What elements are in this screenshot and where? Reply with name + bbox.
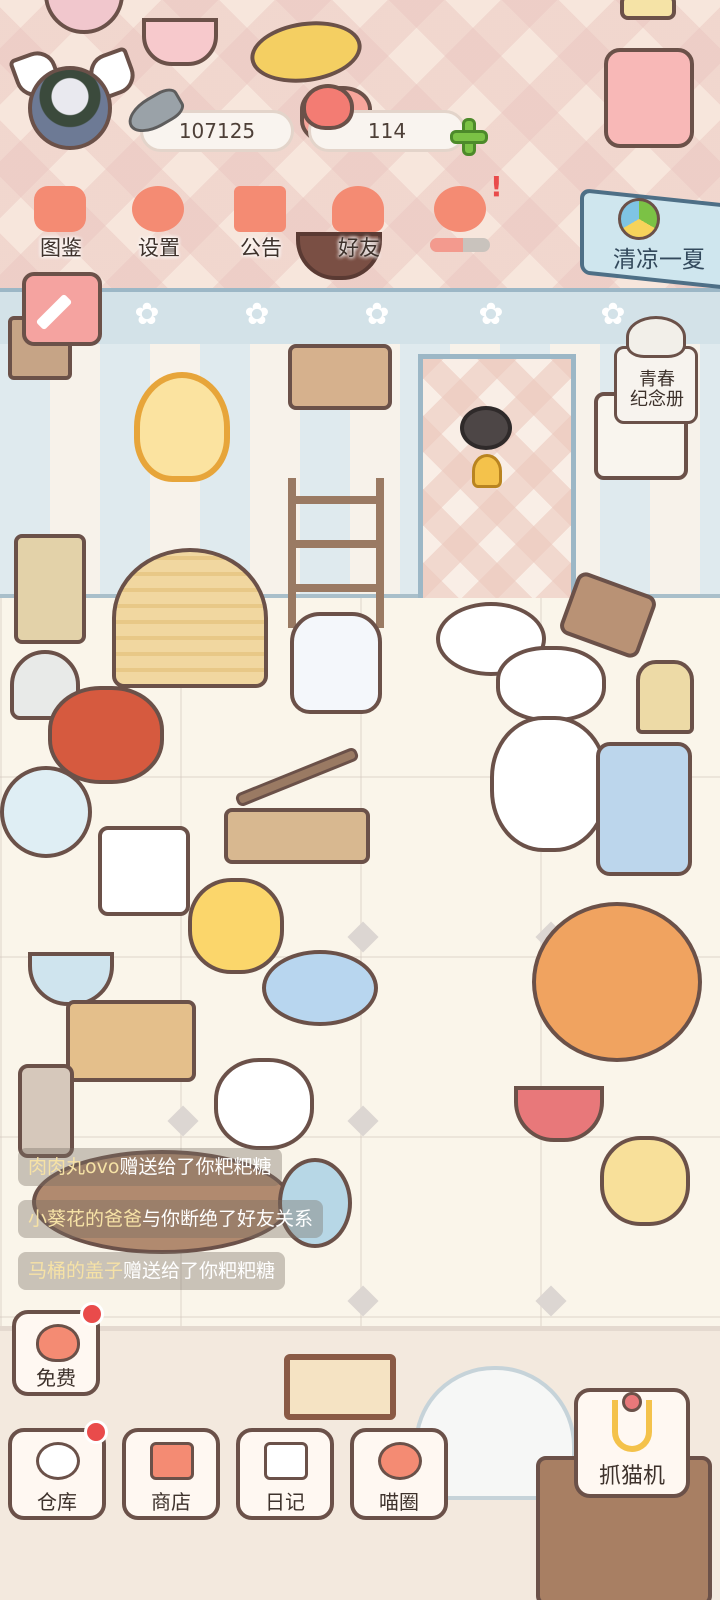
edit-room-button[interactable] bbox=[22, 272, 102, 346]
heart-count: 114 bbox=[367, 119, 407, 143]
notification-dot bbox=[80, 1302, 104, 1326]
trim-flower: ✿ bbox=[364, 297, 390, 332]
hanging-cat-bell bbox=[460, 406, 512, 450]
settings-button[interactable]: 设置 bbox=[118, 180, 200, 264]
pencil-icon bbox=[35, 293, 73, 331]
shop-icon bbox=[150, 1442, 194, 1480]
trim-flower: ✿ bbox=[478, 297, 504, 332]
event-label: 清凉一夏 bbox=[613, 247, 705, 273]
chat-message: 马桶的盖子赠送给了你粑粑糖 bbox=[18, 1252, 286, 1290]
water-dispenser bbox=[290, 612, 382, 714]
friends-icon bbox=[332, 186, 384, 232]
friends-button[interactable]: 好友 bbox=[318, 180, 400, 264]
chat-text: 赠送给了你粑粑糖 bbox=[119, 1156, 272, 1178]
chat-sender: 小葵花的爸爸 bbox=[28, 1208, 143, 1230]
gift-icon bbox=[234, 186, 286, 232]
shop-button[interactable]: 商店 bbox=[122, 1428, 220, 1520]
straw-cat-bed bbox=[112, 548, 268, 688]
ufo-toy bbox=[262, 950, 378, 1026]
chat-message: 肉肉丸ovo赠送给了你粑粑糖 bbox=[18, 1148, 282, 1186]
cardboard-box-cat bbox=[66, 1000, 196, 1082]
milk-cartons bbox=[98, 826, 190, 916]
pink-nightstand bbox=[604, 48, 694, 148]
memorial-line2: 纪念册 bbox=[630, 389, 684, 410]
chat-text: 与你断绝了好友关系 bbox=[142, 1208, 314, 1230]
shop-label: 商店 bbox=[151, 1490, 191, 1514]
settings-label: 设置 bbox=[138, 236, 180, 260]
scratching-post bbox=[14, 534, 86, 644]
avatar-image bbox=[28, 66, 112, 150]
cat-head-icon bbox=[34, 186, 86, 232]
cat-circle-label: 喵圈 bbox=[379, 1490, 419, 1514]
calico-cat bbox=[496, 646, 606, 722]
shaved-ice-machine bbox=[596, 742, 692, 876]
electric-fan bbox=[0, 766, 92, 858]
claw-top-icon bbox=[622, 1392, 642, 1412]
heart-icon bbox=[36, 1324, 80, 1362]
add-currency-button[interactable] bbox=[448, 116, 490, 158]
fish-count: 107125 bbox=[178, 119, 256, 143]
sunflower-frame bbox=[134, 372, 230, 482]
bell bbox=[472, 454, 502, 488]
heart-icon bbox=[302, 84, 354, 130]
gift-progress-fill bbox=[430, 238, 463, 252]
pink-eared-dog bbox=[214, 1058, 314, 1150]
diary-label: 日记 bbox=[265, 1490, 305, 1514]
free-label: 免费 bbox=[36, 1366, 76, 1390]
notification-dot bbox=[84, 1420, 108, 1444]
collection-button[interactable]: 图鉴 bbox=[20, 180, 102, 264]
rose-ladder bbox=[288, 478, 384, 628]
yellow-duck bbox=[600, 1136, 690, 1226]
warehouse-icon bbox=[36, 1442, 80, 1480]
sprout-pot bbox=[18, 1064, 74, 1158]
trim-flower: ✿ bbox=[244, 297, 270, 332]
diary-button[interactable]: 日记 bbox=[236, 1428, 334, 1520]
game-screen: ✿ ✿ ✿ ✿ ✿ 107125 114 图鉴 设置 公告 好友 ! 清凉一夏 … bbox=[0, 0, 720, 1600]
white-cat bbox=[490, 716, 608, 852]
chat-sender: 马桶的盖子 bbox=[28, 1260, 124, 1282]
chat-message: 小葵花的爸爸与你断绝了好友关系 bbox=[18, 1200, 324, 1238]
cat-circle-button[interactable]: 喵圈 bbox=[350, 1428, 448, 1520]
sandwich-plate bbox=[620, 0, 676, 20]
gear-icon bbox=[132, 186, 184, 232]
flower-planter bbox=[288, 344, 392, 410]
player-avatar[interactable] bbox=[7, 45, 141, 156]
claw-machine-label: 抓猫机 bbox=[598, 1464, 665, 1489]
orange-cat-house bbox=[532, 902, 702, 1062]
broom bbox=[636, 660, 694, 734]
photo-frame bbox=[284, 1354, 396, 1420]
announcement-button[interactable]: 公告 bbox=[220, 180, 302, 264]
trim-flower: ✿ bbox=[134, 297, 160, 332]
gift-hearts-button[interactable]: ! bbox=[420, 170, 503, 264]
cat-planet-icon bbox=[378, 1442, 422, 1480]
hearts-icon bbox=[434, 186, 486, 232]
chat-text: 赠送给了你粑粑糖 bbox=[123, 1260, 276, 1282]
memorial-label: 青春 纪念册 bbox=[612, 370, 702, 410]
blonde-doll bbox=[188, 878, 284, 974]
memorial-line1: 青春 bbox=[639, 369, 675, 390]
gift-progress-bar bbox=[430, 238, 490, 252]
chat-sender: 肉肉丸ovo bbox=[28, 1156, 120, 1178]
beach-ball-icon bbox=[618, 198, 660, 240]
warehouse-label: 仓库 bbox=[37, 1490, 77, 1514]
teacup bbox=[142, 18, 218, 66]
claw-machine-button[interactable]: 抓猫机 bbox=[574, 1388, 690, 1498]
alert-icon: ! bbox=[490, 170, 503, 203]
announcement-label: 公告 bbox=[240, 236, 282, 260]
memorial-album-button[interactable]: 青春 纪念册 bbox=[612, 316, 702, 426]
crocodile-scratcher bbox=[224, 808, 370, 864]
diary-icon bbox=[264, 1442, 308, 1480]
friends-label: 好友 bbox=[338, 236, 380, 260]
sailor-cat-icon bbox=[626, 316, 686, 358]
collection-label: 图鉴 bbox=[40, 236, 82, 260]
